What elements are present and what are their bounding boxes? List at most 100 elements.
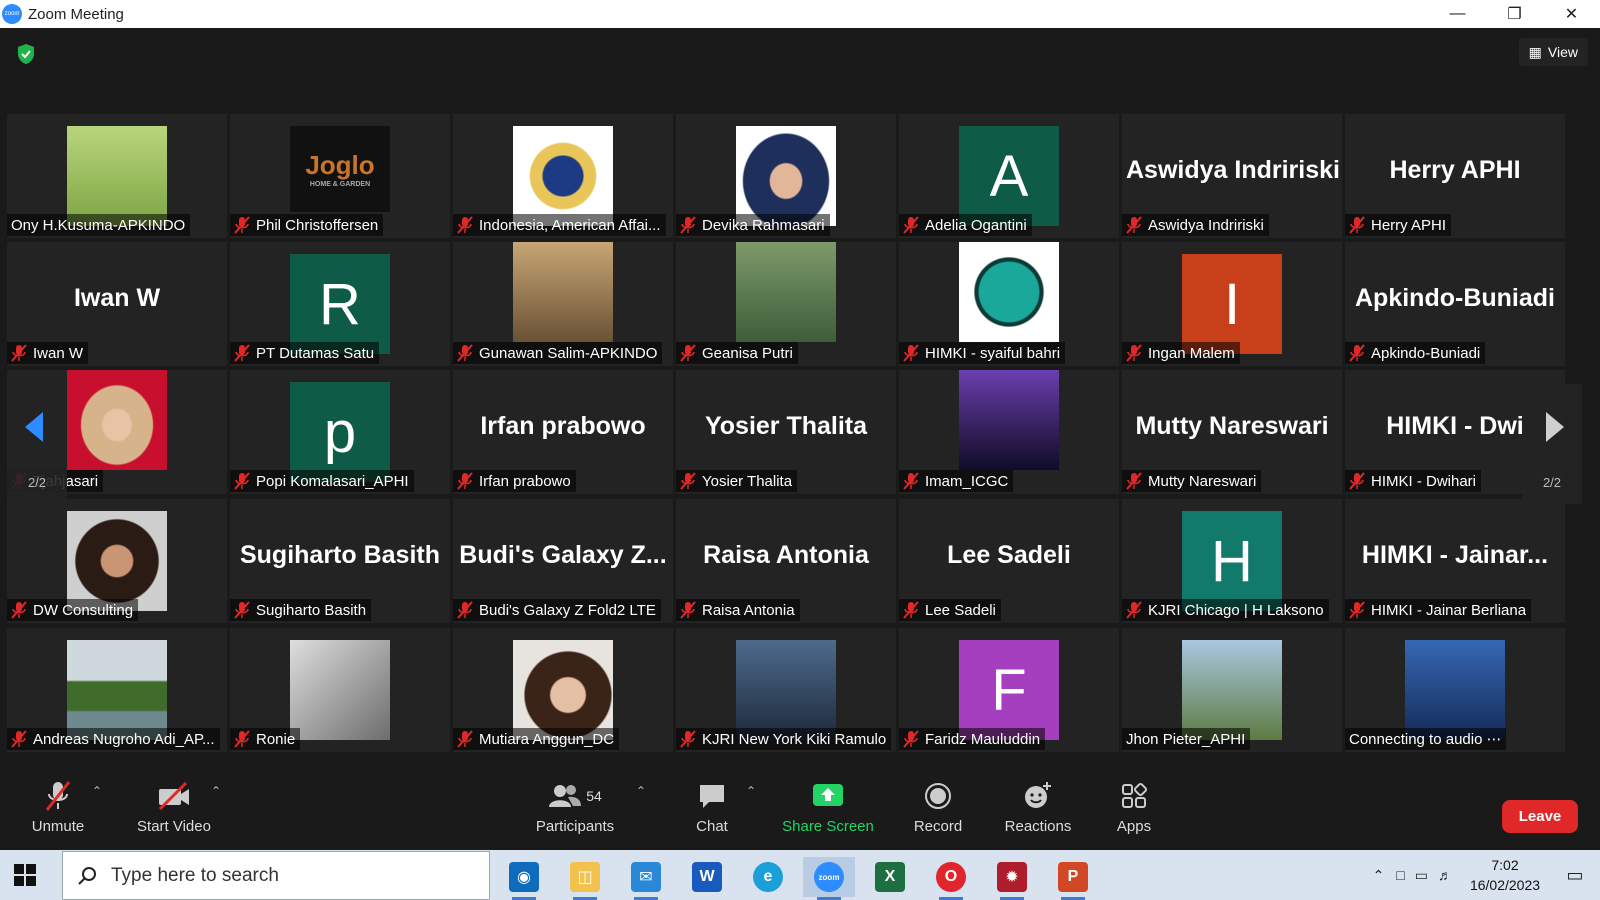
participant-tile[interactable]: p Popi Komalasari_APHI (230, 370, 450, 494)
next-page-button[interactable]: 2/2 (1522, 384, 1582, 504)
participant-tile[interactable]: Iwan W Iwan W (7, 242, 227, 366)
system-tray: ⌃ □ ▭ ♬ 7:02 16/02/2023 ▭ (1373, 850, 1600, 900)
share-screen-icon (813, 784, 843, 806)
share-screen-label: Share Screen (782, 818, 874, 835)
participant-tile[interactable]: F Faridz Mauluddin (899, 628, 1119, 752)
close-button[interactable]: ✕ (1543, 0, 1600, 28)
participant-video-mangrove (67, 640, 167, 740)
participant-name-bar: Mutiara Anggun_DC (453, 728, 620, 750)
participant-tile[interactable]: Geanisa Putri (676, 242, 896, 366)
participant-tile[interactable]: Jhon Pieter_APHI (1122, 628, 1342, 752)
leave-button[interactable]: Leave (1502, 800, 1578, 833)
muted-mic-icon (1349, 472, 1365, 490)
participant-tile[interactable]: HIMKI - Jainar... HIMKI - Jainar Berliana (1345, 499, 1565, 623)
previous-page-button[interactable]: 2/2 (7, 384, 67, 504)
taskbar-game-app[interactable]: ✹ (986, 857, 1038, 900)
participant-tile[interactable]: Ony H.Kusuma-APKINDO (7, 114, 227, 238)
participant-tile[interactable]: Raisa Antonia Raisa Antonia (676, 499, 896, 623)
chevron-up-icon[interactable]: ⌃ (1373, 867, 1385, 884)
unmute-button[interactable]: Unmute (26, 772, 90, 850)
participant-tile[interactable]: Connecting to audio ⋯ (1345, 628, 1565, 752)
reactions-button[interactable]: Reactions (1000, 772, 1076, 850)
battery-icon[interactable]: ▭ (1415, 867, 1428, 884)
volume-icon[interactable]: ♬ (1438, 867, 1452, 883)
participant-tile[interactable]: Lee Sadeli Lee Sadeli (899, 499, 1119, 623)
participant-name-bar: Yosier Thalita (676, 470, 798, 492)
participant-tile[interactable]: Aswidya Indririski Aswidya Indririski (1122, 114, 1342, 238)
video-options-caret[interactable]: ⌃ (211, 784, 221, 798)
network-icon[interactable]: □ (1396, 867, 1404, 883)
participant-tile[interactable]: Devika Rahmasari (676, 114, 896, 238)
participant-name: Herry APHI (1371, 216, 1447, 234)
chat-options-caret[interactable]: ⌃ (746, 784, 756, 798)
participant-display-name: Aswidya Indririski (1126, 156, 1340, 184)
participant-tile[interactable]: A Adelia Ogantini (899, 114, 1119, 238)
video-off-icon (158, 781, 189, 811)
participant-tile[interactable]: Mutiara Anggun_DC (453, 628, 673, 752)
participants-options-caret[interactable]: ⌃ (636, 784, 646, 798)
participant-tile[interactable]: Budi's Galaxy Z... Budi's Galaxy Z Fold2 … (453, 499, 673, 623)
participant-tile[interactable]: Yosier Thalita Yosier Thalita (676, 370, 896, 494)
participant-tile[interactable]: HIMKI - syaiful bahri (899, 242, 1119, 366)
muted-mic-icon (1126, 344, 1142, 362)
apps-button[interactable]: Apps (1110, 772, 1158, 850)
participant-tile[interactable]: Sugiharto Basith Sugiharto Basith (230, 499, 450, 623)
participant-tile[interactable]: KJRI New York Kiki Ramulo (676, 628, 896, 752)
chevron-left-icon (25, 412, 43, 442)
taskbar-file-explorer[interactable]: ◫ (559, 857, 611, 900)
participant-tile[interactable]: Herry APHI Herry APHI (1345, 114, 1565, 238)
participant-tile[interactable]: R PT Dutamas Satu (230, 242, 450, 366)
maximize-button[interactable]: ❐ (1486, 0, 1543, 28)
participant-display-name: Raisa Antonia (703, 541, 869, 569)
opera-browser-icon: O (936, 862, 966, 892)
participant-video-garden-arch (736, 242, 836, 342)
participant-tile[interactable]: Irfan prabowo Irfan prabowo (453, 370, 673, 494)
taskbar-mail-app[interactable]: ✉ (620, 857, 672, 900)
participant-name: Apkindo-Buniadi (1371, 344, 1481, 362)
notifications-icon[interactable]: ▭ (1550, 865, 1600, 886)
taskbar-zoom-app[interactable]: zoom (803, 857, 855, 900)
taskbar-excel-app[interactable]: X (864, 857, 916, 897)
participant-tile[interactable]: Joglo HOME & GARDEN Phil Christoffersen (230, 114, 450, 238)
participant-name-bar: Irfan prabowo (453, 470, 576, 492)
participant-video-person-hoodie (290, 640, 390, 740)
taskbar-opera-browser[interactable]: O (925, 857, 977, 900)
muted-mic-icon (903, 730, 919, 748)
taskbar-edge-browser[interactable]: e (742, 857, 794, 897)
connecting-dots-icon: ⋯ (1486, 731, 1502, 748)
participant-tile[interactable]: I Ingan Malem (1122, 242, 1342, 366)
share-screen-button[interactable]: Share Screen (780, 772, 876, 850)
taskbar-clock[interactable]: 7:02 16/02/2023 (1460, 855, 1550, 895)
participant-tile[interactable]: Imam_ICGC (899, 370, 1119, 494)
taskbar-word-app[interactable]: W (681, 857, 733, 897)
participant-tile[interactable]: DW Consulting (7, 499, 227, 623)
participant-tile[interactable]: Ronie (230, 628, 450, 752)
taskbar-powerpoint-app[interactable]: P (1047, 857, 1099, 900)
taskbar-outlook-app[interactable]: ◉ (498, 857, 550, 900)
participant-tile[interactable]: Apkindo-Buniadi Apkindo-Buniadi (1345, 242, 1565, 366)
clock-date: 16/02/2023 (1469, 877, 1541, 893)
minimize-button[interactable]: — (1429, 0, 1486, 28)
start-video-button[interactable]: Start Video (128, 772, 220, 850)
participant-name-bar: KJRI Chicago | H Laksono (1122, 599, 1329, 621)
participant-tile[interactable]: Indonesia, American Affai... (453, 114, 673, 238)
view-button[interactable]: ▦ View (1518, 38, 1588, 66)
participant-tile[interactable]: Gunawan Salim-APKINDO (453, 242, 673, 366)
participant-initial-avatar: A (959, 126, 1059, 226)
participant-tile[interactable]: H KJRI Chicago | H Laksono (1122, 499, 1342, 623)
participants-button[interactable]: 54 Participants (530, 772, 620, 850)
participant-initial-avatar: I (1182, 254, 1282, 354)
participant-name: KJRI New York Kiki Ramulo (702, 730, 887, 748)
participant-tile[interactable]: Mutty Nareswari Mutty Nareswari (1122, 370, 1342, 494)
participant-name-bar: Andreas Nugroho Adi_AP... (7, 728, 220, 750)
chat-button[interactable]: Chat (690, 772, 734, 850)
muted-mic-icon (11, 730, 27, 748)
participant-name-bar: Sugiharto Basith (230, 599, 372, 621)
audio-options-caret[interactable]: ⌃ (92, 784, 102, 798)
record-button[interactable]: Record (910, 772, 966, 850)
security-shield-icon[interactable] (16, 43, 36, 65)
participant-tile[interactable]: Andreas Nugroho Adi_AP... (7, 628, 227, 752)
windows-start-icon[interactable] (14, 864, 36, 886)
taskbar-search-input[interactable]: Type here to search (62, 851, 490, 900)
chat-icon (700, 785, 724, 808)
